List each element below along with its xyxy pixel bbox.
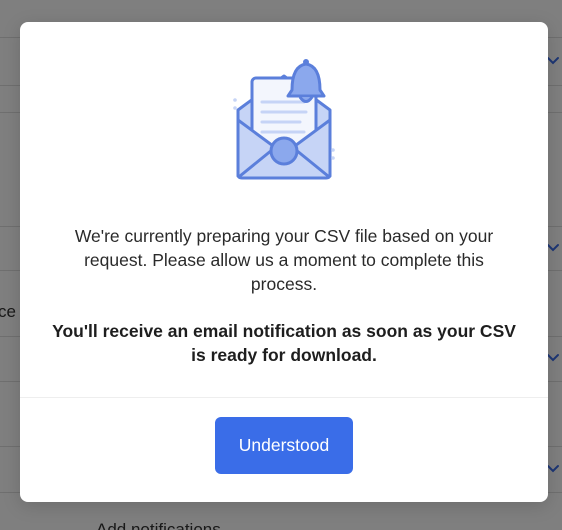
modal-notification-note: You'll receive an email notification as … [52,321,516,365]
csv-export-modal: We're currently preparing your CSV file … [20,22,548,502]
modal-message: We're currently preparing your CSV file … [74,226,494,294]
envelope-bell-icon [233,59,335,180]
understood-button[interactable]: Understood [215,417,353,474]
modal-divider [20,397,548,398]
